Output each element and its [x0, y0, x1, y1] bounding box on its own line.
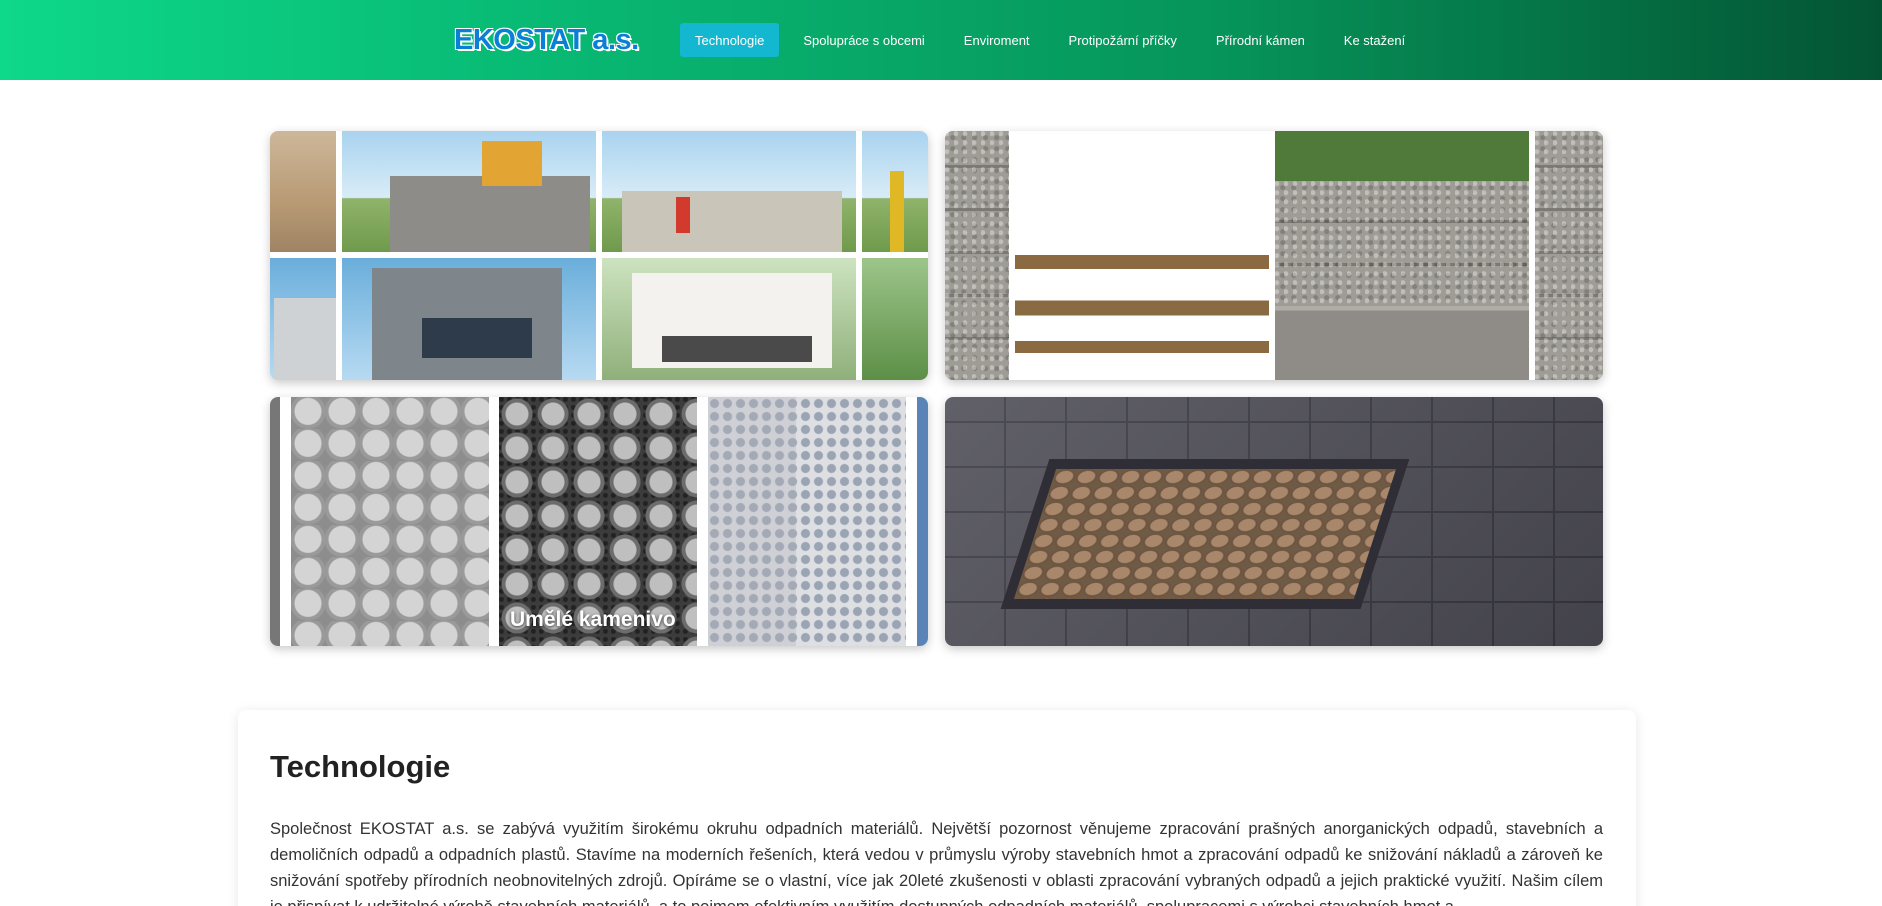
nav-item-enviroment[interactable]: Enviroment: [949, 23, 1045, 57]
photo-edge-right: [917, 397, 928, 646]
main-menu: Technologie Spolupráce s obcemi Envirome…: [680, 23, 1429, 57]
gallery-tile-natural-stone[interactable]: [945, 131, 1603, 380]
page-title: Technologie: [270, 749, 451, 784]
photo-crane: [862, 131, 928, 252]
photo-foundation-pour: [342, 131, 596, 252]
photo-stone-pallets: [1015, 131, 1269, 380]
photo-garden: [862, 258, 928, 380]
intro-paragraph: Společnost EKOSTAT a.s. se zabývá využit…: [270, 820, 1603, 906]
gallery-tile-paving[interactable]: [945, 397, 1603, 646]
photo-villa-render: [602, 258, 856, 380]
nav-item-spoluprace-s-obcemi[interactable]: Spolupráce s obcemi: [788, 23, 939, 57]
gallery-tile-artificial-aggregate[interactable]: Umělé kamenivo: [270, 397, 928, 646]
photo-grey-pellets: [291, 397, 489, 646]
photo-modern-house: [342, 258, 596, 380]
photo-excavation: [270, 131, 336, 252]
photo-stone-column: [945, 131, 1009, 380]
nav-item-protipozarni-pricky[interactable]: Protipožární příčky: [1054, 23, 1192, 57]
photo-cobblestone-inlay: [1000, 459, 1410, 609]
photo-aggregate-blocks: [708, 397, 906, 646]
ekostat-logo[interactable]: EKOSTAT a.s.: [454, 22, 639, 58]
nav-item-prirodni-kamen[interactable]: Přírodní kámen: [1201, 23, 1320, 57]
photo-stone-wall: [1275, 131, 1529, 380]
photo-stone-stack: [1535, 131, 1603, 380]
top-navigation-bar: EKOSTAT a.s. Technologie Spolupráce s ob…: [0, 0, 1882, 80]
gallery-tile-construction[interactable]: [270, 131, 928, 380]
photo-house-side: [270, 258, 336, 380]
nav-item-ke-stazeni[interactable]: Ke stažení: [1329, 23, 1420, 57]
nav-item-technologie[interactable]: Technologie: [680, 23, 780, 57]
photo-worker-site: [602, 131, 856, 252]
content-card: Technologie Společnost EKOSTAT a.s. se z…: [238, 710, 1636, 906]
photo-edge: [270, 397, 280, 646]
tile-caption: Umělé kamenivo: [510, 608, 676, 631]
